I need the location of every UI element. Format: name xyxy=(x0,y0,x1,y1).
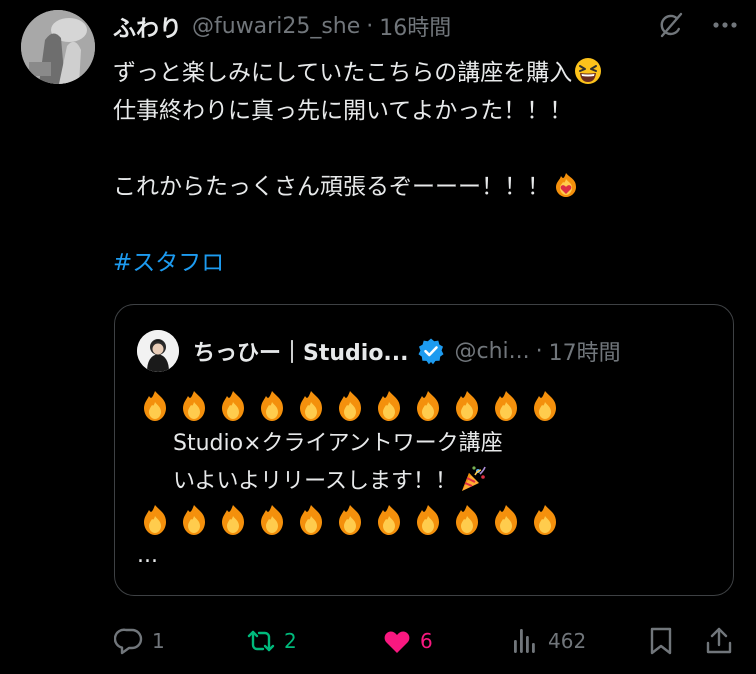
tweet-line: #スタフロ xyxy=(113,244,733,282)
bookmark-button[interactable] xyxy=(646,620,676,662)
author-display-name[interactable]: ふわり xyxy=(113,9,182,43)
fire-icon xyxy=(527,504,563,536)
fire-icon xyxy=(176,390,212,422)
fire-icon xyxy=(254,504,290,536)
fire-icon xyxy=(332,390,368,422)
repost-button[interactable]: 2 xyxy=(246,620,297,662)
fire-icon xyxy=(449,390,485,422)
fire-icon xyxy=(371,390,407,422)
views-button[interactable]: 462 xyxy=(510,620,586,662)
reply-count: 1 xyxy=(152,629,165,653)
separator-dot: · xyxy=(535,338,543,364)
grok-icon[interactable] xyxy=(656,10,686,40)
fire-icon xyxy=(449,504,485,536)
reply-button[interactable]: 1 xyxy=(114,620,165,662)
author-avatar[interactable] xyxy=(21,10,95,84)
quoted-tweet-header: ちっひー｜Studio... @chi... · 17時間 xyxy=(137,330,621,372)
quoted-tweet-line-text: いよいよリリースします！！ xyxy=(173,469,458,494)
tweet-line-break xyxy=(113,130,733,168)
fire-icon xyxy=(371,504,407,536)
like-button[interactable]: 6 xyxy=(382,620,433,662)
author-handle[interactable]: @fuwari25_she xyxy=(192,14,360,39)
fire-icon xyxy=(176,504,212,536)
fire-icon xyxy=(332,504,368,536)
grinning-squinting-face-icon xyxy=(574,57,602,85)
quoted-author-avatar[interactable] xyxy=(137,330,179,372)
fire-icon xyxy=(293,504,329,536)
fire-icon xyxy=(215,504,251,536)
header-actions xyxy=(656,10,740,40)
quoted-author-handle[interactable]: @chi... xyxy=(455,339,530,364)
tweet-header: ふわり @fuwari25_she · 16時間 xyxy=(113,8,451,44)
fire-icon xyxy=(527,390,563,422)
fire-icon xyxy=(254,390,290,422)
repost-count: 2 xyxy=(284,629,297,653)
fire-icon xyxy=(488,504,524,536)
tweet-action-bar: 1 2 6 462 xyxy=(114,620,734,662)
tweet-text: ずっと楽しみにしていたこちらの講座を購入 仕事終わりに真っ先に開いてよかった！！… xyxy=(113,54,733,282)
views-bar-chart-icon xyxy=(514,629,535,653)
reply-icon xyxy=(114,628,143,655)
tweet-line-text: これからたっくさん頑張るぞーーー！！！ xyxy=(113,174,550,200)
share-icon xyxy=(706,627,732,654)
repost-icon xyxy=(247,630,275,652)
fire-emoji-row xyxy=(137,387,717,425)
quoted-timestamp[interactable]: 17時間 xyxy=(549,335,621,367)
verified-badge-icon xyxy=(417,337,445,365)
hashtag-link[interactable]: #スタフロ xyxy=(113,250,224,276)
heart-on-fire-icon xyxy=(552,171,580,199)
quoted-tweet-line: いよいよリリースします！！ xyxy=(137,463,717,501)
fire-emoji-row xyxy=(137,501,717,539)
quoted-tweet-body: Studio×クライアントワーク講座 いよいよリリースします！！ ... xyxy=(137,387,717,569)
avatar-image xyxy=(21,10,95,84)
bookmark-icon xyxy=(650,627,672,655)
like-count: 6 xyxy=(420,629,433,653)
separator-dot: · xyxy=(366,13,374,39)
truncation-ellipsis: ... xyxy=(137,543,158,568)
post-timestamp[interactable]: 16時間 xyxy=(379,10,451,42)
fire-icon xyxy=(137,504,173,536)
quoted-tweet-line: Studio×クライアントワーク講座 xyxy=(173,431,503,456)
party-popper-icon xyxy=(459,465,487,493)
fire-icon xyxy=(488,390,524,422)
tweet-line-text: ずっと楽しみにしていたこちらの講座を購入 xyxy=(113,60,573,86)
heart-icon xyxy=(384,631,410,653)
tweet-line: 仕事終わりに真っ先に開いてよかった！！！ xyxy=(113,98,573,124)
fire-icon xyxy=(137,390,173,422)
fire-icon xyxy=(410,504,446,536)
quoted-tweet-card[interactable]: ちっひー｜Studio... @chi... · 17時間 Studio×クライ… xyxy=(114,304,734,596)
fire-icon xyxy=(215,390,251,422)
quoted-author-display-name[interactable]: ちっひー｜Studio... xyxy=(193,335,409,367)
tweet-line-break xyxy=(113,206,733,244)
fire-icon xyxy=(293,390,329,422)
share-button[interactable] xyxy=(704,620,734,662)
tweet-line: ずっと楽しみにしていたこちらの講座を購入 xyxy=(113,54,733,92)
fire-icon xyxy=(410,390,446,422)
more-icon[interactable] xyxy=(710,10,740,40)
tweet-line: これからたっくさん頑張るぞーーー！！！ xyxy=(113,168,733,206)
view-count: 462 xyxy=(548,629,587,653)
